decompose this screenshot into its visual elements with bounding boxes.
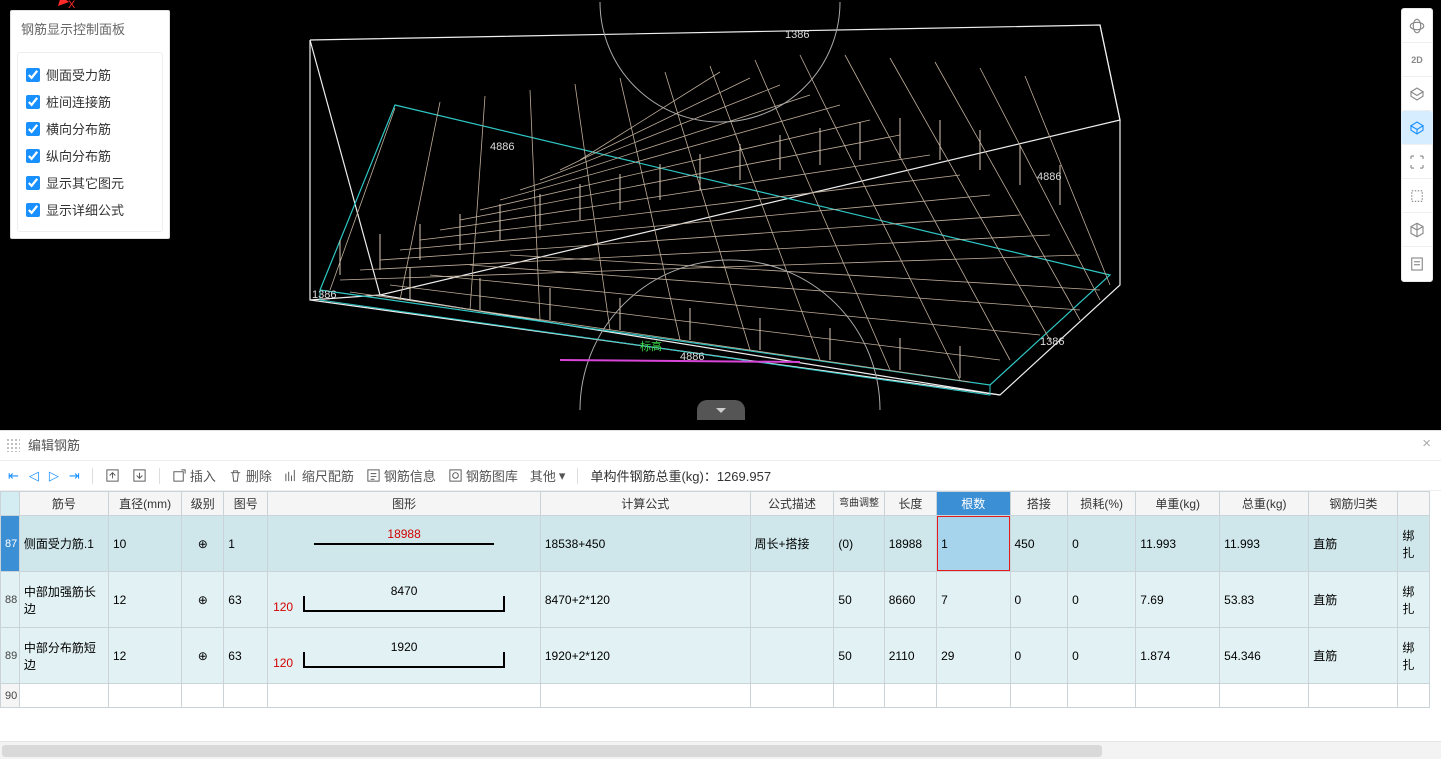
- table-header-row: 筋号 直径(mm) 级别 图号 图形 计算公式 公式描述 弯曲调整 长度 根数 …: [1, 492, 1430, 516]
- panel-title: 钢筋显示控制面板: [11, 11, 169, 46]
- nav-first-button[interactable]: ⇤: [8, 468, 19, 484]
- properties-button[interactable]: [1401, 247, 1433, 281]
- count-cell-selected[interactable]: 1: [937, 516, 1010, 572]
- nav-next-button[interactable]: ▷: [49, 468, 59, 484]
- view-toolbar: 2D: [1401, 8, 1433, 282]
- panel-title: 编辑钢筋: [28, 435, 80, 454]
- fit-view-button[interactable]: [1401, 145, 1433, 179]
- rebar-lib-button[interactable]: 钢筋图库: [448, 466, 518, 485]
- checkbox-show-other[interactable]: 显示其它图元: [26, 169, 154, 196]
- table-row[interactable]: 89 中部分布筋短边 12 ⊕ 63 1201920 1920+2*120 50…: [1, 628, 1430, 684]
- rebar-info-button[interactable]: 钢筋信息: [366, 466, 436, 485]
- nav-last-button[interactable]: ⇥: [69, 468, 80, 484]
- total-weight-label: 单构件钢筋总重(kg)：1269.957: [590, 466, 771, 485]
- checkbox-horiz-dist[interactable]: 横向分布筋: [26, 115, 154, 142]
- checkbox-side-rebar[interactable]: 侧面受力筋: [26, 61, 154, 88]
- close-button[interactable]: ×: [1422, 435, 1431, 452]
- section-box-button[interactable]: [1401, 179, 1433, 213]
- horizontal-scrollbar[interactable]: [0, 741, 1441, 759]
- viewport-3d[interactable]: 1386 4886 4886 1386 4886 1386 标高 Z Y X: [0, 0, 1441, 430]
- table-row-empty[interactable]: 90: [1, 684, 1430, 708]
- move-down-button[interactable]: [132, 468, 147, 483]
- move-up-button[interactable]: [105, 468, 120, 483]
- delete-button[interactable]: 删除: [228, 466, 272, 485]
- other-dropdown[interactable]: 其他 ▾: [530, 466, 566, 485]
- checkbox-pile-connect[interactable]: 桩间连接筋: [26, 88, 154, 115]
- iso-view-button[interactable]: [1401, 213, 1433, 247]
- insert-button[interactable]: 插入: [172, 466, 216, 485]
- nav-prev-button[interactable]: ◁: [29, 468, 39, 484]
- perspective-view-button[interactable]: [1401, 111, 1433, 145]
- table-row[interactable]: 88 中部加强筋长边 12 ⊕ 63 1208470 8470+2*120 50…: [1, 572, 1430, 628]
- orbit-view-button[interactable]: [1401, 9, 1433, 43]
- checkbox-show-formula[interactable]: 显示详细公式: [26, 196, 154, 223]
- axis-gizmo: Z Y X: [48, 0, 1441, 370]
- rebar-toolbar: ⇤ ◁ ▷ ⇥ 插入 删除 缩尺配筋 钢筋信息 钢筋图库 其他 ▾ 单构件钢筋总…: [0, 461, 1441, 491]
- top-view-button[interactable]: [1401, 77, 1433, 111]
- collapse-viewport-button[interactable]: [697, 400, 745, 420]
- 2d-view-button[interactable]: 2D: [1401, 43, 1433, 77]
- scale-rebar-button[interactable]: 缩尺配筋: [284, 466, 354, 485]
- rebar-display-control-panel: 钢筋显示控制面板 侧面受力筋 桩间连接筋 横向分布筋 纵向分布筋 显示其它图元 …: [10, 10, 170, 239]
- checkbox-vert-dist[interactable]: 纵向分布筋: [26, 142, 154, 169]
- table-row[interactable]: 87 侧面受力筋.1 10 ⊕ 1 18988 18538+450 周长+搭接 …: [1, 516, 1430, 572]
- rebar-table[interactable]: 筋号 直径(mm) 级别 图号 图形 计算公式 公式描述 弯曲调整 长度 根数 …: [0, 491, 1441, 741]
- drag-handle-icon[interactable]: [6, 438, 20, 452]
- rebar-editor-panel: 编辑钢筋 × ⇤ ◁ ▷ ⇥ 插入 删除 缩尺配筋 钢筋信息 钢筋图库 其他 ▾…: [0, 430, 1441, 759]
